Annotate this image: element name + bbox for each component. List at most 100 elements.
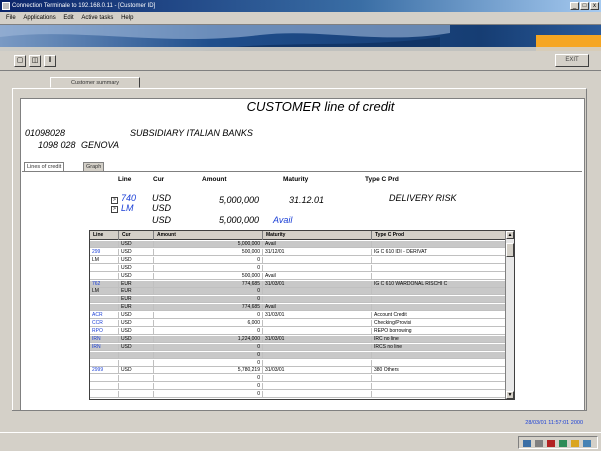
table-row[interactable]: 762 EUR 774,685 31/03/01 IG C 610 WARDONAL R… xyxy=(90,280,506,288)
maximize-button[interactable]: □ xyxy=(580,2,589,10)
summary-line[interactable]: LM xyxy=(121,203,134,213)
column-header-maturity[interactable]: Maturity xyxy=(263,231,372,240)
table-row[interactable]: IRN USD 0 IRCS no line xyxy=(90,343,506,351)
table-cell-amount: 0 xyxy=(154,288,263,296)
app-icon xyxy=(2,2,10,10)
security-icon[interactable] xyxy=(571,440,579,447)
table-row[interactable]: USD 500,000 Avail xyxy=(90,272,506,280)
menu-edit[interactable]: Edit xyxy=(63,12,73,25)
column-header-amount[interactable]: Amount xyxy=(154,231,263,240)
grid-icon[interactable]: ◫ xyxy=(29,55,41,67)
customer-city: GENOVA xyxy=(81,140,120,150)
table-cell-type xyxy=(372,241,506,248)
table-row[interactable]: 0 xyxy=(90,383,506,391)
status-icon[interactable] xyxy=(559,440,567,447)
window-title: Connection Terminale to 192.168.0.11 - [… xyxy=(12,3,156,9)
table-cell-type: IRC no line xyxy=(372,335,506,343)
table-cell-line: LM xyxy=(90,288,119,296)
table-cell-line[interactable]: 762 xyxy=(90,280,119,288)
table-cell-maturity xyxy=(263,351,372,359)
table-cell-type xyxy=(372,391,506,399)
expand-row-button[interactable]: > xyxy=(111,206,118,213)
antivirus-icon[interactable] xyxy=(547,440,555,447)
table-cell-maturity: Avail xyxy=(263,272,372,280)
table-row[interactable]: RPO USD 0 REPO borrowing xyxy=(90,327,506,335)
table-cell-line[interactable]: ACR xyxy=(90,312,119,320)
expand-row-button[interactable]: > xyxy=(111,197,118,204)
network-icon[interactable] xyxy=(523,440,531,447)
table-cell-cur xyxy=(119,351,154,359)
scroll-thumb[interactable] xyxy=(506,243,514,257)
menu-applications[interactable]: Applications xyxy=(23,12,55,25)
summary-header-type: Type C Prd xyxy=(365,176,399,183)
table-cell-line: LM xyxy=(90,256,119,264)
pause-icon[interactable]: ‖ xyxy=(44,55,56,67)
summary-line[interactable]: 740 xyxy=(121,193,136,203)
exit-button[interactable]: EXIT xyxy=(555,54,589,67)
table-row[interactable]: USD 5,000,000 Avail xyxy=(90,241,506,248)
table-cell-line[interactable]: RPO xyxy=(90,327,119,335)
window-icon[interactable]: ▢ xyxy=(14,55,26,67)
table-row[interactable]: 0 xyxy=(90,351,506,359)
table-row[interactable]: 0 xyxy=(90,375,506,383)
table-cell-cur xyxy=(119,375,154,383)
table-cell-cur xyxy=(119,383,154,391)
table-row[interactable]: IRN USD 1,224,000 31/03/01 IRC no line xyxy=(90,335,506,343)
column-header-cur[interactable]: Cur xyxy=(119,231,154,240)
scroll-up-button[interactable]: ▲ xyxy=(506,231,514,239)
table-row[interactable]: 299 USD 500,000 31/12/01 IG C 610 IDI - DERI… xyxy=(90,248,506,256)
table-cell-maturity xyxy=(263,264,372,272)
minimize-button[interactable]: _ xyxy=(570,2,579,10)
table-cell-type xyxy=(372,256,506,264)
table-cell-amount: 0 xyxy=(154,375,263,383)
table-cell-maturity xyxy=(263,375,372,383)
table-row[interactable]: EUR 0 xyxy=(90,296,506,304)
table-cell-line[interactable]: CCR xyxy=(90,320,119,327)
table-cell-amount: 5,780,219 xyxy=(154,367,263,375)
table-cell-cur: USD xyxy=(119,312,154,320)
table-cell-cur: USD xyxy=(119,367,154,375)
table-cell-maturity: 31/03/01 xyxy=(263,335,372,343)
table-row[interactable]: 0 xyxy=(90,359,506,367)
close-button[interactable]: x xyxy=(590,2,599,10)
table-row[interactable]: 2999 USD 5,780,219 31/03/01 380 Others xyxy=(90,367,506,375)
table-cell-cur: USD xyxy=(119,272,154,280)
table-row[interactable]: 0 xyxy=(90,391,506,399)
table-cell-line[interactable]: IRN xyxy=(90,335,119,343)
table-cell-line xyxy=(90,359,119,367)
table-cell-line xyxy=(90,391,119,399)
menu-help[interactable]: Help xyxy=(121,12,133,25)
clock-icon[interactable] xyxy=(583,440,591,447)
speaker-icon[interactable] xyxy=(535,440,543,447)
summary-total-label[interactable]: Avail xyxy=(273,215,292,225)
table-row[interactable]: LM EUR 0 xyxy=(90,288,506,296)
tab-customer-summary[interactable]: Customer summary xyxy=(50,77,140,88)
table-cell-cur xyxy=(119,359,154,367)
table-cell-amount: 6,000 xyxy=(154,320,263,327)
menu-active-tasks[interactable]: Active tasks xyxy=(81,12,113,25)
menu-file[interactable]: File xyxy=(6,12,16,25)
page-title: CUSTOMER line of credit xyxy=(246,99,395,114)
vertical-scrollbar[interactable]: ▲ ▼ xyxy=(505,231,514,399)
column-header-line[interactable]: Line xyxy=(90,231,119,240)
scroll-down-button[interactable]: ▼ xyxy=(506,391,514,399)
table-row[interactable]: USD 0 xyxy=(90,264,506,272)
table-cell-line[interactable]: IRN xyxy=(90,343,119,351)
table-row[interactable]: ACR USD 0 31/03/01 Account Credit xyxy=(90,312,506,320)
table-cell-amount: 1,224,000 xyxy=(154,335,263,343)
menu-bar: File Applications Edit Active tasks Help xyxy=(0,12,601,25)
table-cell-cur: USD xyxy=(119,335,154,343)
table-cell-line xyxy=(90,375,119,383)
table-cell-cur: USD xyxy=(119,343,154,351)
column-header-type[interactable]: Type C Prod xyxy=(372,231,506,240)
table-cell-line[interactable]: 2999 xyxy=(90,367,119,375)
table-cell-amount: 0 xyxy=(154,343,263,351)
table-cell-line[interactable]: 299 xyxy=(90,248,119,256)
table-cell-type xyxy=(372,351,506,359)
table-row[interactable]: CCR USD 6,000 Checking/Provisi xyxy=(90,320,506,327)
table-row[interactable]: EUR 774,685 Avail xyxy=(90,304,506,312)
summary-total-cur: USD xyxy=(152,215,172,225)
table-cell-line xyxy=(90,383,119,391)
table-cell-type xyxy=(372,375,506,383)
table-row[interactable]: LM USD 0 xyxy=(90,256,506,264)
